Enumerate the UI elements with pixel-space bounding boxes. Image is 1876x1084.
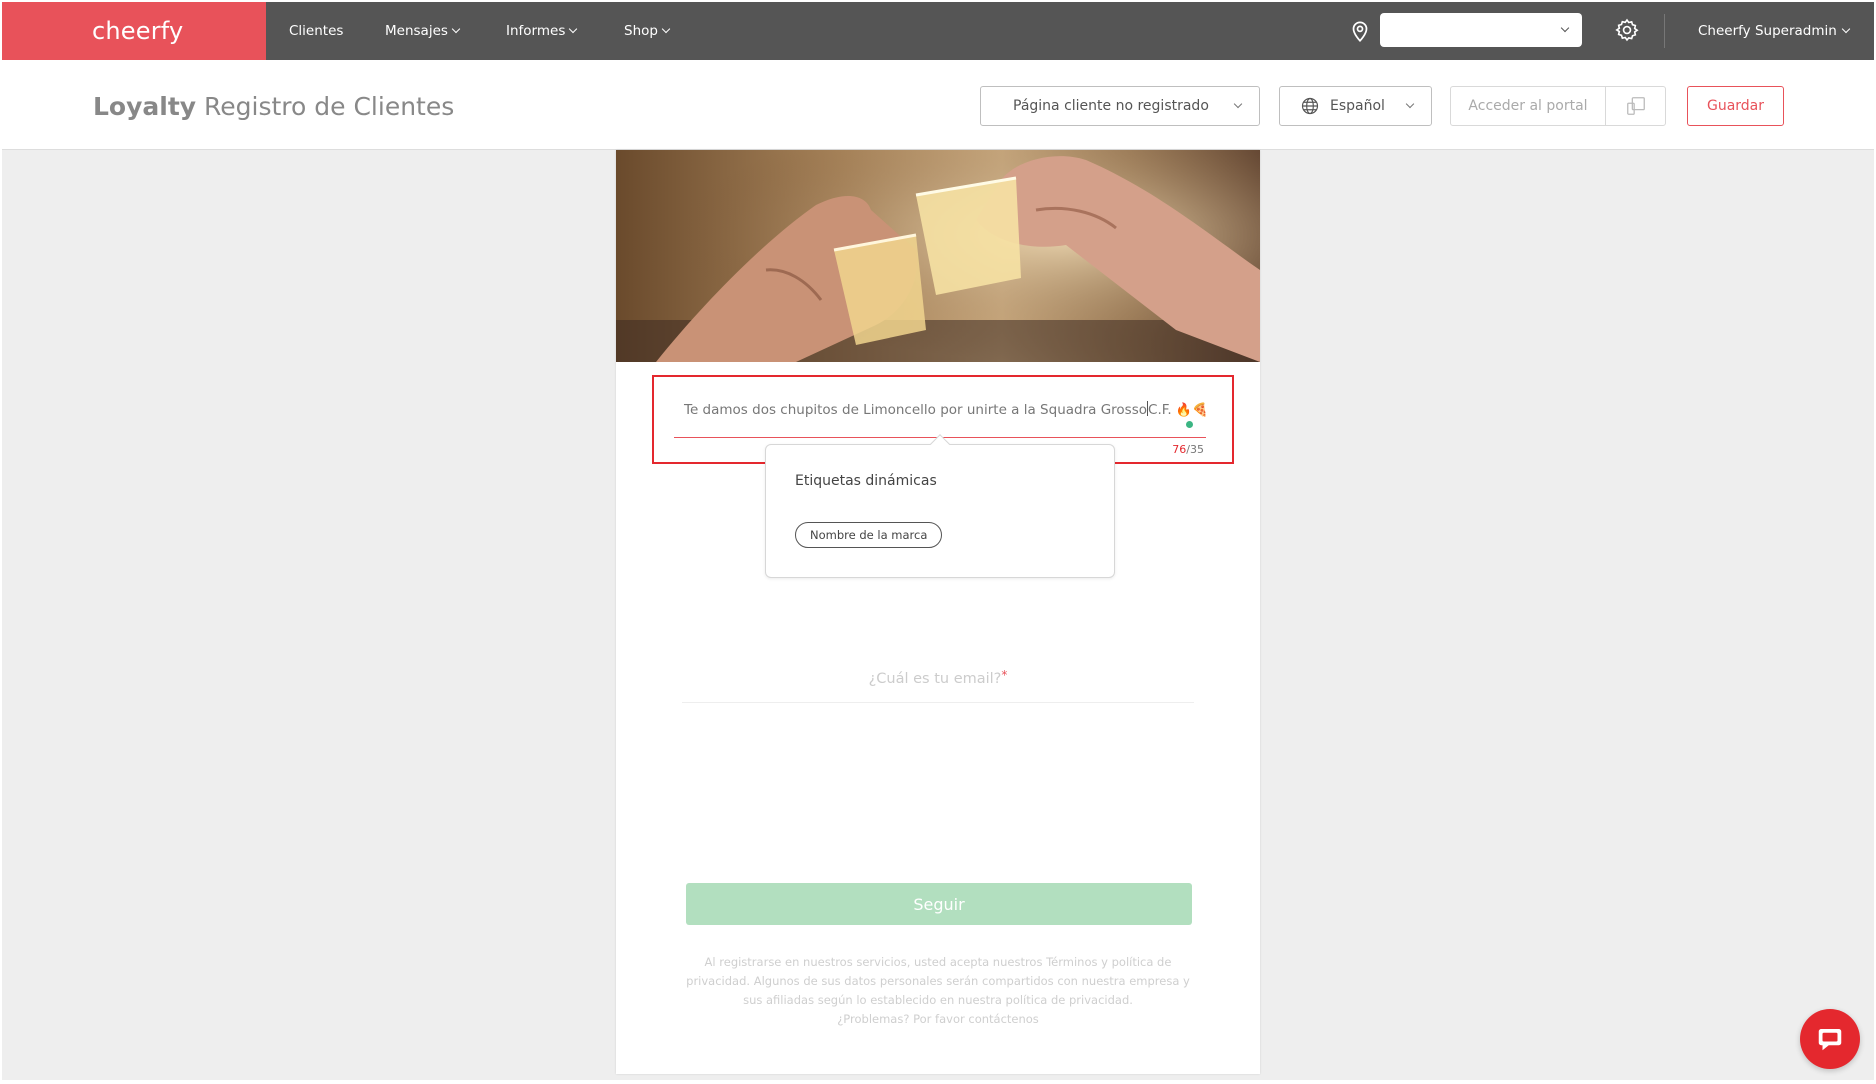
- logo-text: cheerfy: [92, 17, 184, 45]
- chevron-down-icon: [451, 24, 461, 34]
- location-select[interactable]: [1380, 13, 1582, 47]
- chevron-down-icon: [569, 24, 578, 34]
- language-value: Español: [1330, 98, 1385, 114]
- char-count-max: /35: [1186, 443, 1204, 456]
- char-counter: 76/35: [1172, 443, 1204, 456]
- portal-access: Acceder al portal: [1450, 86, 1666, 126]
- nav-divider: [1664, 14, 1665, 48]
- nav-clientes[interactable]: Clientes: [289, 2, 343, 60]
- globe-icon: [1301, 97, 1319, 115]
- legal-line: privacidad. Algunos de sus datos persona…: [686, 974, 1190, 988]
- hero-image: [616, 150, 1260, 362]
- chevron-down-icon: [1841, 24, 1851, 34]
- chevron-down-icon: [661, 24, 671, 34]
- page-title: Loyalty Registro de Clientes: [93, 92, 454, 121]
- registration-preview-card: Te damos dos chupitos de Limoncello por …: [616, 150, 1260, 1074]
- nav-informes[interactable]: Informes: [506, 2, 578, 60]
- chevron-down-icon: [1560, 23, 1570, 33]
- chat-bubble-icon: [1818, 1029, 1842, 1051]
- nav-label: Clientes: [289, 23, 344, 39]
- gear-icon[interactable]: [1614, 17, 1640, 43]
- nav-shop[interactable]: Shop: [624, 2, 671, 60]
- user-name: Cheerfy Superadmin: [1698, 23, 1837, 39]
- chat-button[interactable]: [1800, 1009, 1860, 1069]
- nav-label: Shop: [624, 23, 658, 39]
- page-type-select[interactable]: Página cliente no registrado: [980, 86, 1260, 126]
- page-type-value: Página cliente no registrado: [1013, 98, 1209, 114]
- headline-before-caret: Te damos dos chupitos de Limoncello por …: [684, 402, 1148, 418]
- chevron-down-icon: [1405, 99, 1415, 109]
- nav-mensajes[interactable]: Mensajes: [385, 2, 461, 60]
- page-header: Loyalty Registro de Clientes Página clie…: [2, 60, 1874, 150]
- status-dot: [1186, 421, 1193, 428]
- device-toggle-button[interactable]: [1606, 95, 1665, 117]
- email-label: ¿Cuál es tu email?: [868, 671, 1002, 687]
- dynamic-tags-title: Etiquetas dinámicas: [795, 473, 937, 489]
- top-navbar: cheerfy Clientes Mensajes Informes Shop: [2, 2, 1874, 60]
- email-field[interactable]: ¿Cuál es tu email?*: [616, 668, 1260, 687]
- continue-button[interactable]: Seguir: [686, 883, 1192, 925]
- page-title-rest: Registro de Clientes: [196, 92, 455, 121]
- language-select[interactable]: Español: [1279, 86, 1432, 126]
- headline-after-caret: C.F.: [1148, 402, 1176, 418]
- contact-link[interactable]: ¿Problemas? Por favor contáctenos: [676, 1010, 1200, 1029]
- user-menu[interactable]: Cheerfy Superadmin: [1698, 2, 1851, 60]
- char-count-current: 76: [1172, 443, 1187, 456]
- required-marker: *: [1001, 668, 1008, 682]
- nav-label: Mensajes: [385, 23, 448, 39]
- dynamic-tags-popover: Etiquetas dinámicas Nombre de la marca: [765, 434, 1115, 578]
- chevron-down-icon: [1233, 99, 1243, 109]
- page-title-bold: Loyalty: [93, 92, 197, 121]
- brand-logo[interactable]: cheerfy: [2, 2, 266, 60]
- portal-access-button[interactable]: Acceder al portal: [1451, 98, 1605, 114]
- headline-text[interactable]: Te damos dos chupitos de Limoncello por …: [684, 401, 1208, 418]
- legal-line: sus afiliadas según lo establecido en nu…: [743, 993, 1133, 1007]
- map-pin-icon: [1352, 21, 1368, 42]
- dynamic-tag-brand-name[interactable]: Nombre de la marca: [795, 522, 943, 548]
- email-underline: [682, 702, 1194, 703]
- app-window: cheerfy Clientes Mensajes Informes Shop: [2, 2, 1874, 1080]
- save-button[interactable]: Guardar: [1687, 86, 1784, 126]
- legal-notice: Al registrarse en nuestros servicios, us…: [676, 953, 1200, 1029]
- toast-illustration: [616, 150, 1260, 362]
- fire-pizza-emoji: 🔥🍕: [1175, 403, 1209, 418]
- nav-label: Informes: [506, 23, 566, 39]
- legal-line: Al registrarse en nuestros servicios, us…: [704, 955, 1172, 969]
- devices-icon: [1626, 97, 1645, 115]
